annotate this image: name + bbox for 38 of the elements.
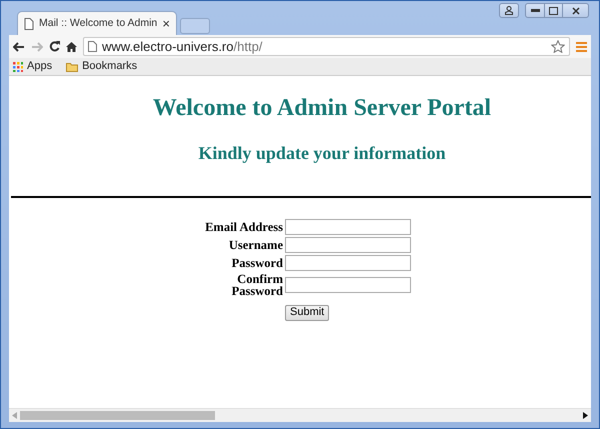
forward-icon[interactable] bbox=[31, 42, 43, 52]
scrollbar-thumb[interactable] bbox=[20, 411, 215, 420]
folder-icon bbox=[66, 62, 78, 72]
reload-icon[interactable] bbox=[49, 41, 60, 52]
star-icon[interactable] bbox=[551, 40, 565, 53]
scroll-left-icon[interactable] bbox=[12, 412, 17, 419]
address-bar[interactable]: www.electro-univers.ro/http/ bbox=[83, 37, 570, 56]
apps-link[interactable]: Apps bbox=[13, 58, 52, 75]
page-subtitle: Kindly update your information bbox=[197, 142, 447, 165]
close-tab-button[interactable]: × bbox=[162, 14, 170, 34]
menu-icon[interactable] bbox=[576, 42, 587, 52]
person-icon bbox=[505, 6, 513, 15]
apps-grid-icon bbox=[13, 62, 23, 72]
back-icon[interactable] bbox=[13, 42, 25, 52]
field-label: Email Address bbox=[204, 221, 283, 233]
submit-button[interactable]: Submit bbox=[285, 304, 330, 320]
profile-button[interactable] bbox=[499, 3, 519, 18]
maximize-icon bbox=[549, 6, 558, 14]
page-title: Welcome to Admin Server Portal bbox=[152, 94, 492, 123]
scroll-right-icon[interactable] bbox=[583, 412, 588, 419]
input-field[interactable] bbox=[285, 219, 411, 235]
page-icon bbox=[24, 18, 34, 30]
field-label: Username bbox=[228, 239, 283, 251]
field-label: Confirm Password bbox=[230, 273, 283, 297]
page-icon bbox=[88, 41, 97, 52]
minimize-icon bbox=[530, 8, 540, 12]
input-field[interactable] bbox=[285, 237, 411, 253]
close-icon bbox=[572, 6, 580, 14]
url-text: www.electro-univers.ro/http/ bbox=[102, 38, 264, 56]
input-field[interactable] bbox=[285, 277, 411, 293]
field-label: Password bbox=[230, 257, 283, 269]
input-field[interactable] bbox=[285, 255, 411, 271]
tab-title: Mail :: Welcome to Admin bbox=[39, 16, 158, 31]
horizontal-scrollbar[interactable] bbox=[9, 408, 591, 422]
home-icon[interactable] bbox=[66, 42, 77, 52]
bookmarks-folder[interactable]: Bookmarks bbox=[66, 58, 138, 75]
browser-tab[interactable]: Mail :: Welcome to Admin × bbox=[17, 11, 177, 35]
new-tab-button[interactable] bbox=[180, 18, 210, 34]
